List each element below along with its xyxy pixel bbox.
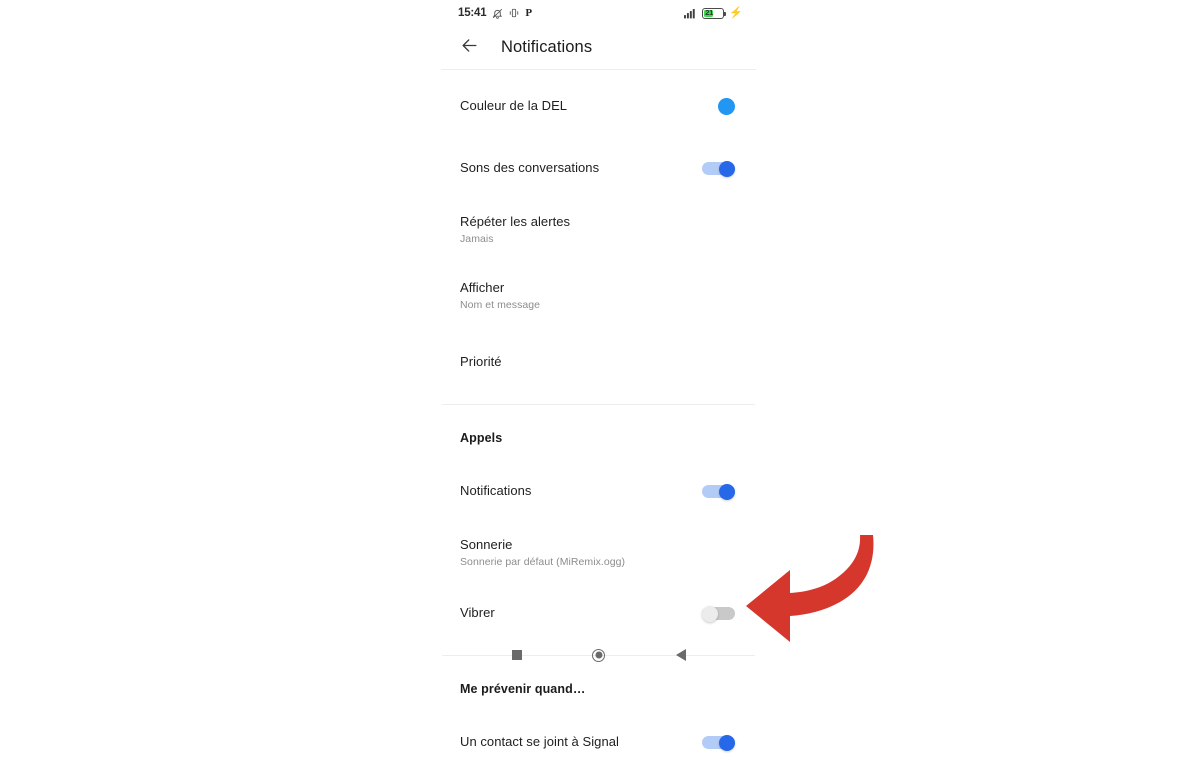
nav-back-button[interactable] (668, 642, 694, 668)
signal-bars-icon (684, 8, 697, 19)
battery-percent-label: 21 (705, 7, 714, 17)
setting-row-ringtone[interactable]: Sonnerie Sonnerie par défaut (MiRemix.og… (440, 531, 757, 575)
battery-indicator: 21 (702, 7, 727, 19)
curved-arrow-left-icon (746, 535, 874, 642)
section-header-notify-when: Me prévenir quand… (460, 682, 586, 696)
recents-square-icon (511, 650, 522, 660)
app-bar: Notifications (440, 26, 757, 69)
row-texts: Sonnerie Sonnerie par défaut (MiRemix.og… (460, 536, 625, 570)
android-navigation-bar (440, 635, 757, 675)
row-texts: Notifications (460, 482, 531, 500)
row-texts: Priorité (460, 353, 502, 371)
row-title: Priorité (460, 354, 502, 369)
back-triangle-icon (675, 649, 686, 661)
screenshot-root: 15:41 P 21 ⚡ Notifications Couleur de la… (0, 0, 1200, 751)
row-title: Sonnerie (460, 537, 513, 552)
row-title: Répéter les alertes (460, 214, 571, 229)
back-button[interactable] (454, 33, 484, 63)
toggle-knob (719, 735, 735, 751)
status-bar-left: 15:41 P (458, 7, 532, 19)
row-title: Un contact se joint à Signal (460, 734, 619, 749)
row-subtitle: Sonnerie par défaut (MiRemix.ogg) (460, 556, 626, 568)
conversation-sounds-toggle[interactable] (702, 161, 735, 177)
led-color-swatch[interactable] (718, 97, 735, 115)
toggle-knob (719, 161, 735, 177)
setting-row-priority[interactable]: Priorité (440, 340, 757, 384)
row-title: Sons des conversations (460, 160, 600, 175)
row-texts: Sons des conversations (460, 159, 599, 177)
setting-row-repeat-alerts[interactable]: Répéter les alertes Jamais (440, 208, 757, 252)
status-bar-clock: 15:41 (458, 7, 487, 19)
row-title: Vibrer (460, 605, 495, 620)
row-subtitle: Jamais (460, 233, 494, 245)
bell-muted-icon (492, 8, 503, 19)
row-subtitle: Nom et message (460, 299, 541, 311)
home-circle-icon (592, 648, 605, 662)
status-bar-right: 21 ⚡ (684, 6, 743, 19)
row-texts: Afficher Nom et message (460, 279, 540, 313)
setting-row-vibrate[interactable]: Vibrer (440, 591, 757, 635)
section-header-calls: Appels (460, 431, 503, 445)
row-title: Couleur de la DEL (460, 98, 568, 113)
row-texts: Vibrer (460, 604, 495, 622)
row-texts: Répéter les alertes Jamais (460, 213, 570, 247)
row-texts: Couleur de la DEL (460, 97, 567, 115)
row-title: Notifications (460, 483, 532, 498)
phone-screen: 15:41 P 21 ⚡ Notifications Couleur de la… (440, 0, 757, 751)
setting-row-call-notifications[interactable]: Notifications (440, 469, 757, 513)
charging-bolt-icon: ⚡ (729, 6, 743, 19)
vibrate-icon (509, 8, 519, 18)
nav-home-button[interactable] (586, 642, 612, 668)
contact-joins-signal-toggle[interactable] (702, 735, 735, 751)
page-title: Notifications (501, 38, 593, 56)
status-bar: 15:41 P 21 ⚡ (440, 0, 757, 26)
vibrate-toggle[interactable] (702, 606, 735, 622)
setting-row-conversation-sounds[interactable]: Sons des conversations (440, 146, 757, 190)
nav-recents-button[interactable] (504, 642, 530, 668)
toggle-knob (719, 484, 735, 500)
setting-row-led-color[interactable]: Couleur de la DEL (440, 84, 757, 128)
p-mode-icon: P (525, 7, 533, 19)
row-texts: Un contact se joint à Signal (460, 733, 619, 751)
setting-row-contact-joins-signal[interactable]: Un contact se joint à Signal (440, 720, 757, 764)
toggle-knob (702, 606, 718, 622)
back-arrow-icon (460, 36, 479, 60)
call-notifications-toggle[interactable] (702, 484, 735, 500)
annotation-arrow (742, 530, 902, 648)
setting-row-display[interactable]: Afficher Nom et message (440, 274, 757, 318)
row-title: Afficher (460, 280, 505, 295)
